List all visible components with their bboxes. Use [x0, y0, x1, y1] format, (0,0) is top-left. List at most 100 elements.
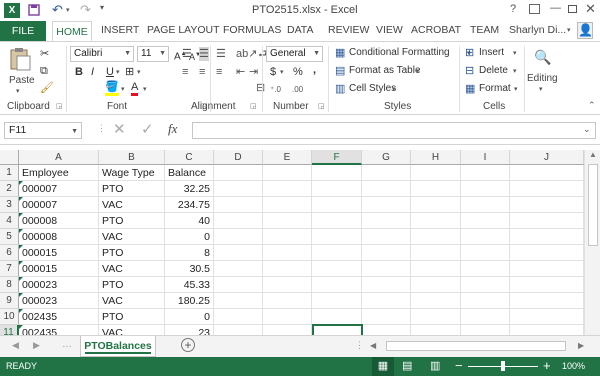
- cell-h4[interactable]: [411, 213, 461, 229]
- cell-d8[interactable]: [214, 277, 263, 293]
- column-header-d[interactable]: D: [214, 150, 263, 165]
- new-sheet-icon[interactable]: +: [181, 338, 195, 352]
- cell-d1[interactable]: [214, 165, 263, 181]
- row-header-10[interactable]: 10: [0, 309, 19, 325]
- cell-c1[interactable]: Balance: [165, 165, 214, 181]
- cell-a7[interactable]: 000015: [19, 261, 99, 277]
- zoom-out-icon[interactable]: −: [455, 358, 463, 373]
- cell-a11[interactable]: 002435: [19, 325, 99, 335]
- cell-b1[interactable]: Wage Type: [99, 165, 165, 181]
- cell-h11[interactable]: [411, 325, 461, 335]
- cell-d10[interactable]: [214, 309, 263, 325]
- cell-c3[interactable]: 234.75: [165, 197, 214, 213]
- borders-icon[interactable]: ⊞: [125, 65, 134, 79]
- cell-d6[interactable]: [214, 245, 263, 261]
- cell-e10[interactable]: [263, 309, 312, 325]
- tab-split-handle[interactable]: ⋮: [355, 340, 364, 351]
- sheet-tab-more-icon[interactable]: …: [62, 339, 72, 350]
- cell-f10[interactable]: [312, 309, 362, 325]
- minimize-icon[interactable]: —: [550, 2, 561, 14]
- cell-i6[interactable]: [461, 245, 510, 261]
- font-color-dropdown-icon[interactable]: ▾: [143, 85, 147, 93]
- tab-acrobat[interactable]: ACROBAT: [411, 24, 461, 36]
- avatar[interactable]: 👤: [577, 22, 593, 39]
- cell-i9[interactable]: [461, 293, 510, 309]
- cell-c11[interactable]: 23: [165, 325, 214, 335]
- align-top-icon[interactable]: ☰: [182, 47, 192, 61]
- row-header-4[interactable]: 4: [0, 213, 19, 229]
- format-cells-button[interactable]: Format: [479, 82, 511, 96]
- customize-qat-icon[interactable]: ▾: [100, 3, 104, 12]
- row-header-5[interactable]: 5: [0, 229, 19, 245]
- cell-e5[interactable]: [263, 229, 312, 245]
- cell-h9[interactable]: [411, 293, 461, 309]
- tab-team[interactable]: TEAM: [470, 24, 499, 36]
- cell-b11[interactable]: VAC: [99, 325, 165, 335]
- cell-a8[interactable]: 000023: [19, 277, 99, 293]
- format-cells-icon[interactable]: ▦: [465, 82, 475, 96]
- cell-a3[interactable]: 000007: [19, 197, 99, 213]
- cell-i11[interactable]: [461, 325, 510, 335]
- cell-j2[interactable]: [510, 181, 584, 197]
- number-format-combo[interactable]: General ▼: [266, 46, 323, 62]
- underline-button[interactable]: U: [106, 65, 114, 79]
- decrease-decimal-icon[interactable]: .00: [292, 83, 303, 97]
- decrease-indent-icon[interactable]: ⇤: [236, 65, 245, 79]
- cell-h8[interactable]: [411, 277, 461, 293]
- cell-b6[interactable]: PTO: [99, 245, 165, 261]
- insert-cells-button[interactable]: Insert: [479, 46, 504, 60]
- row-header-8[interactable]: 8: [0, 277, 19, 293]
- column-header-j[interactable]: J: [510, 150, 584, 165]
- delete-cells-button[interactable]: Delete: [479, 64, 508, 78]
- cell-c8[interactable]: 45.33: [165, 277, 214, 293]
- currency-dropdown-icon[interactable]: ▾: [280, 68, 284, 76]
- align-middle-icon[interactable]: ☰: [199, 47, 209, 61]
- align-right-icon[interactable]: ≡: [216, 65, 222, 79]
- cell-j6[interactable]: [510, 245, 584, 261]
- cell-i5[interactable]: [461, 229, 510, 245]
- orientation-icon[interactable]: ab↗: [236, 47, 257, 61]
- number-launcher-icon[interactable]: ◲: [318, 102, 325, 110]
- cell-e6[interactable]: [263, 245, 312, 261]
- cell-g4[interactable]: [362, 213, 411, 229]
- cell-f6[interactable]: [312, 245, 362, 261]
- collapse-ribbon-icon[interactable]: ⌃: [588, 100, 596, 111]
- cell-h2[interactable]: [411, 181, 461, 197]
- cell-f8[interactable]: [312, 277, 362, 293]
- delete-dropdown-icon[interactable]: ▾: [513, 67, 517, 75]
- cell-b5[interactable]: VAC: [99, 229, 165, 245]
- cancel-entry-icon[interactable]: ✕: [113, 120, 126, 138]
- cell-j5[interactable]: [510, 229, 584, 245]
- cell-i2[interactable]: [461, 181, 510, 197]
- cell-a1[interactable]: Employee: [19, 165, 99, 181]
- cell-i7[interactable]: [461, 261, 510, 277]
- cell-g11[interactable]: [362, 325, 411, 335]
- conditional-formatting-button[interactable]: Conditional Formatting: [349, 46, 450, 60]
- help-icon[interactable]: ?: [510, 3, 516, 15]
- cell-g5[interactable]: [362, 229, 411, 245]
- format-as-table-dropdown-icon[interactable]: ▾: [416, 67, 420, 75]
- select-all-corner[interactable]: [0, 150, 19, 165]
- hscroll-right-icon[interactable]: ▶: [578, 341, 584, 350]
- ribbon-display-icon[interactable]: [529, 4, 540, 14]
- undo-icon[interactable]: ↶: [52, 2, 63, 18]
- cell-c7[interactable]: 30.5: [165, 261, 214, 277]
- tab-view[interactable]: VIEW: [376, 24, 403, 36]
- cell-e3[interactable]: [263, 197, 312, 213]
- cell-d5[interactable]: [214, 229, 263, 245]
- cell-e1[interactable]: [263, 165, 312, 181]
- underline-dropdown-icon[interactable]: ▾: [116, 68, 120, 76]
- zoom-slider[interactable]: [468, 361, 538, 371]
- zoom-in-icon[interactable]: +: [543, 358, 551, 373]
- cell-c4[interactable]: 40: [165, 213, 214, 229]
- spreadsheet-grid[interactable]: ABCDEFGHIJ 1 2 3 4 5 6 7 8 9 10 11 Employee Wage Ty…: [0, 145, 600, 335]
- cell-h6[interactable]: [411, 245, 461, 261]
- bold-button[interactable]: B: [75, 65, 83, 79]
- horizontal-scroll-track[interactable]: [382, 340, 570, 352]
- cell-a5[interactable]: 000008: [19, 229, 99, 245]
- cell-a9[interactable]: 000023: [19, 293, 99, 309]
- row-header-1[interactable]: 1: [0, 165, 19, 181]
- cell-a6[interactable]: 000015: [19, 245, 99, 261]
- column-header-b[interactable]: B: [99, 150, 165, 165]
- tab-formulas[interactable]: FORMULAS: [223, 24, 281, 36]
